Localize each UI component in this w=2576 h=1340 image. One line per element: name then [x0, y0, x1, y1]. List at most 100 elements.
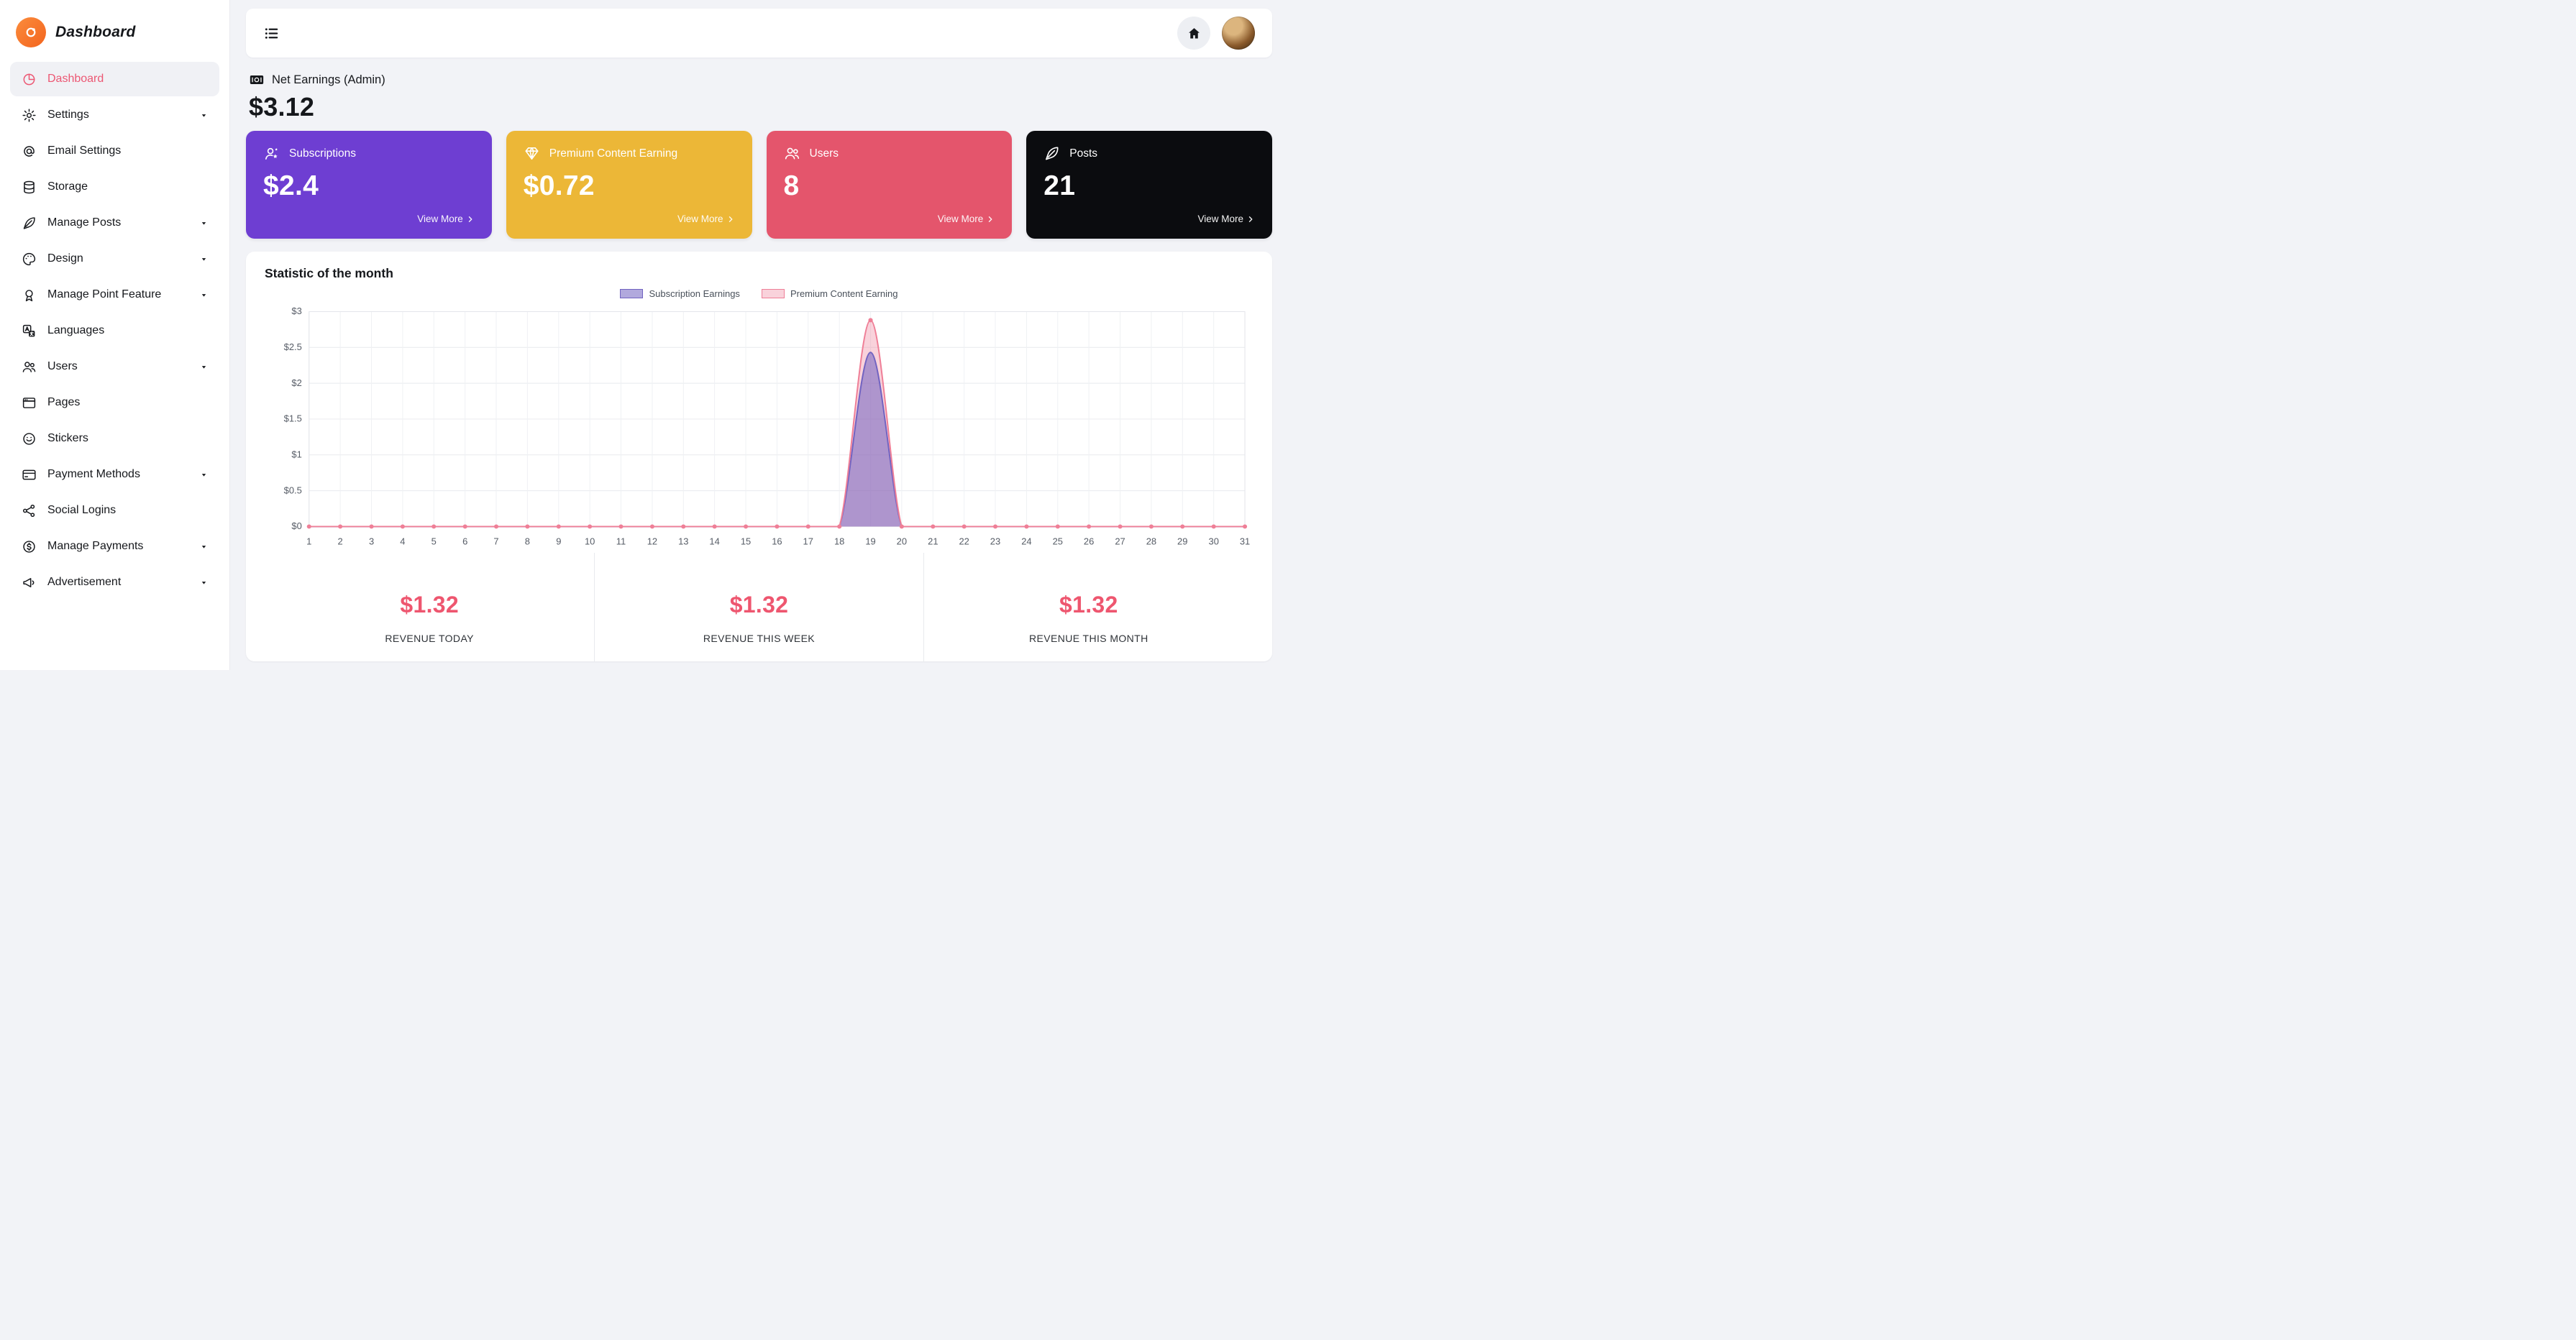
- chevron-down-icon: [199, 470, 209, 479]
- revenue-value: $1.32: [924, 592, 1253, 618]
- legend-swatch: [762, 289, 785, 298]
- sidebar-item-manage-payments[interactable]: Manage Payments: [10, 529, 219, 564]
- legend-swatch: [620, 289, 643, 298]
- main-content: Net Earnings (Admin) $3.12 Subscriptions…: [230, 0, 1288, 670]
- sidebar-item-label: Payment Methods: [47, 468, 140, 481]
- stat-card-label: Users: [810, 147, 839, 160]
- diamond-icon: [524, 145, 540, 162]
- svg-text:4: 4: [400, 537, 405, 547]
- revenue-cell-revenue-today: $1.32REVENUE TODAY: [265, 553, 594, 661]
- app-logo-icon: [16, 17, 46, 47]
- view-more-link[interactable]: View More: [417, 214, 475, 224]
- sidebar-item-label: Social Logins: [47, 504, 116, 517]
- legend-item-subscription-earnings[interactable]: Subscription Earnings: [620, 288, 739, 299]
- sidebar-item-users[interactable]: Users: [10, 349, 219, 384]
- svg-text:28: 28: [1146, 537, 1156, 547]
- home-button[interactable]: [1177, 17, 1210, 50]
- dashboard-icon: [21, 71, 37, 87]
- card-icon: [21, 467, 37, 482]
- sidebar-item-label: Design: [47, 252, 83, 265]
- net-earnings: Net Earnings (Admin) $3.12: [249, 72, 1269, 122]
- svg-text:$2: $2: [291, 378, 301, 388]
- subscriptions-icon: [263, 145, 280, 162]
- stat-card-value: $0.72: [524, 170, 735, 202]
- sidebar-item-dashboard[interactable]: Dashboard: [10, 62, 219, 96]
- svg-text:21: 21: [928, 537, 938, 547]
- view-more-link[interactable]: View More: [938, 214, 995, 224]
- sidebar-item-settings[interactable]: Settings: [10, 98, 219, 132]
- revenue-value: $1.32: [265, 592, 594, 618]
- svg-text:30: 30: [1209, 537, 1219, 547]
- stat-card-label: Premium Content Earning: [549, 147, 677, 160]
- medal-icon: [21, 287, 37, 303]
- stat-card-premium-content-earning: Premium Content Earning $0.72 View More: [506, 131, 752, 239]
- sidebar-item-email-settings[interactable]: Email Settings: [10, 134, 219, 168]
- view-more-link[interactable]: View More: [1197, 214, 1255, 224]
- sidebar-nav: Dashboard Settings Email Settings Storage Ma…: [10, 62, 219, 600]
- sidebar-item-storage[interactable]: Storage: [10, 170, 219, 204]
- svg-text:3: 3: [369, 537, 374, 547]
- legend-item-premium-content-earning[interactable]: Premium Content Earning: [762, 288, 898, 299]
- revenue-cell-revenue-this-month: $1.32 REVENUE THIS MONTH: [924, 553, 1253, 661]
- stat-card-value: 21: [1043, 170, 1255, 202]
- svg-text:15: 15: [741, 537, 751, 547]
- sidebar-item-payment-methods[interactable]: Payment Methods: [10, 457, 219, 492]
- stat-card-header: Posts: [1043, 145, 1255, 162]
- sidebar-item-pages[interactable]: Pages: [10, 385, 219, 420]
- svg-text:8: 8: [525, 537, 530, 547]
- sidebar-item-stickers[interactable]: Stickers: [10, 421, 219, 456]
- svg-text:5: 5: [431, 537, 437, 547]
- chevron-right-icon: [726, 215, 735, 224]
- users-icon: [21, 359, 37, 375]
- stat-card-header: Subscriptions: [263, 145, 475, 162]
- sidebar-item-design[interactable]: Design: [10, 242, 219, 276]
- svg-text:$1.5: $1.5: [284, 414, 302, 424]
- sidebar-item-languages[interactable]: Languages: [10, 313, 219, 348]
- revenue-label: REVENUE THIS MONTH: [924, 633, 1253, 644]
- sidebar-item-manage-posts[interactable]: Manage Posts: [10, 206, 219, 240]
- svg-text:2: 2: [338, 537, 343, 547]
- svg-text:11: 11: [616, 537, 626, 547]
- svg-text:20: 20: [897, 537, 907, 547]
- sticker-icon: [21, 431, 37, 446]
- svg-text:9: 9: [556, 537, 561, 547]
- sidebar-item-advertisement[interactable]: Advertisement: [10, 565, 219, 600]
- avatar[interactable]: [1222, 17, 1255, 50]
- view-more-link[interactable]: View More: [677, 214, 735, 224]
- sidebar-item-label: Storage: [47, 180, 88, 193]
- chevron-down-icon: [199, 542, 209, 551]
- svg-text:27: 27: [1115, 537, 1125, 547]
- chevron-right-icon: [466, 215, 475, 224]
- sidebar-item-manage-point-feature[interactable]: Manage Point Feature: [10, 277, 219, 312]
- sidebar-item-social-logins[interactable]: Social Logins: [10, 493, 219, 528]
- menu-toggle-button[interactable]: [263, 25, 280, 42]
- revenue-label: REVENUE THIS WEEK: [595, 633, 923, 644]
- email-icon: [21, 143, 37, 159]
- chevron-down-icon: [199, 254, 209, 264]
- share-icon: [21, 502, 37, 518]
- feather-icon: [1043, 145, 1060, 162]
- sidebar-item-label: Settings: [47, 109, 89, 121]
- stat-card-header: Premium Content Earning: [524, 145, 735, 162]
- stat-cards: Subscriptions$2.4View MorePremium Conten…: [246, 131, 1272, 239]
- net-earnings-header: Net Earnings (Admin): [249, 72, 1269, 88]
- svg-text:$1: $1: [291, 450, 301, 460]
- sidebar-item-label: Advertisement: [47, 576, 121, 589]
- svg-text:22: 22: [959, 537, 969, 547]
- sidebar-item-label: Dashboard: [47, 73, 104, 86]
- revenue-summary: $1.32REVENUE TODAY$1.32REVENUE THIS WEEK…: [265, 553, 1253, 661]
- pages-icon: [21, 395, 37, 410]
- svg-text:$2.5: $2.5: [284, 342, 302, 352]
- stat-card-value: 8: [784, 170, 995, 202]
- svg-text:25: 25: [1053, 537, 1063, 547]
- panel-title: Statistic of the month: [265, 266, 1253, 281]
- svg-text:18: 18: [834, 537, 844, 547]
- svg-text:19: 19: [865, 537, 875, 547]
- svg-text:10: 10: [585, 537, 595, 547]
- logo: Dashboard: [10, 7, 219, 62]
- svg-text:6: 6: [462, 537, 467, 547]
- svg-text:13: 13: [678, 537, 688, 547]
- revenue-value: $1.32: [595, 592, 923, 618]
- svg-text:14: 14: [709, 537, 719, 547]
- topbar: [246, 9, 1272, 58]
